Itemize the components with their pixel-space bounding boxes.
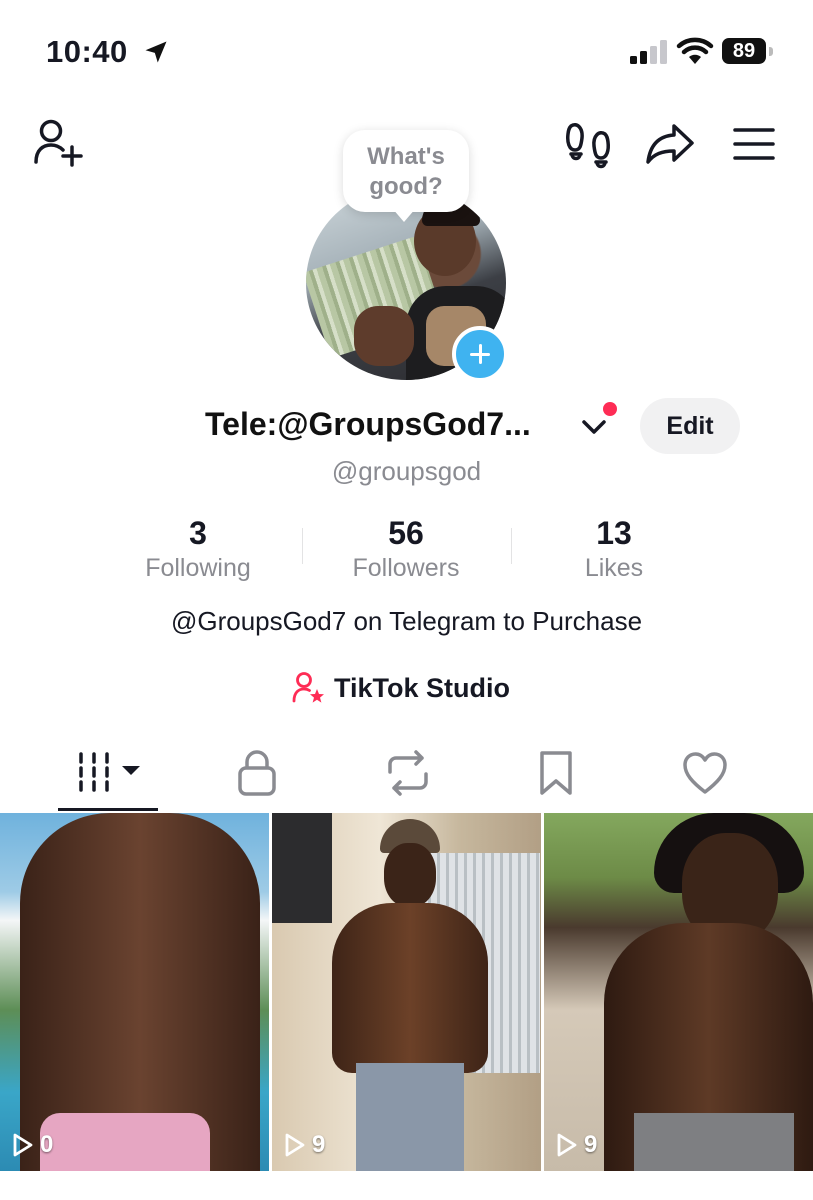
play-icon	[285, 1133, 305, 1157]
followers-count: 56	[388, 515, 424, 551]
videos-grid-icon[interactable]	[76, 748, 144, 798]
following-label: Following	[145, 554, 251, 582]
stat-divider	[511, 528, 512, 564]
status-bubble-text: What's good?	[367, 143, 445, 200]
views-counter: 9	[556, 1131, 597, 1159]
views-counter: 9	[284, 1131, 325, 1159]
profile-bio: @GroupsGod7 on Telegram to Purchase	[170, 606, 643, 636]
notification-dot	[603, 402, 617, 416]
battery-level: 89	[722, 38, 766, 64]
video-views: 9	[584, 1131, 598, 1158]
lock-icon[interactable]	[236, 748, 278, 798]
likes-count: 13	[596, 515, 632, 551]
tiktok-studio-link[interactable]: TikTok Studio	[292, 670, 510, 706]
active-tab-indicator	[58, 808, 158, 811]
stat-followers[interactable]: 56 Followers	[306, 514, 506, 583]
bookmark-icon[interactable]	[535, 748, 577, 798]
play-icon	[13, 1133, 33, 1157]
heart-icon[interactable]	[682, 748, 728, 798]
username-handle: @groupsgod	[331, 456, 482, 486]
video-thumbnail-2[interactable]: 9	[272, 813, 541, 1171]
video-views: 0	[40, 1131, 54, 1158]
play-icon	[557, 1133, 577, 1157]
display-name: Tele:@GroupsGod7...	[205, 406, 531, 442]
video-views: 9	[312, 1131, 326, 1158]
add-story-plus-button[interactable]	[452, 326, 508, 382]
stat-divider	[302, 528, 303, 564]
tiktok-studio-label: TikTok Studio	[334, 672, 511, 703]
add-friend-icon[interactable]	[32, 118, 88, 170]
edit-profile-button[interactable]: Edit	[640, 398, 740, 454]
views-counter: 0	[12, 1131, 53, 1159]
share-icon[interactable]	[644, 122, 696, 166]
following-count: 3	[189, 515, 207, 551]
status-bubble[interactable]: What's good?	[343, 130, 469, 212]
status-bubble-tail	[392, 208, 416, 222]
profile-views-footprint-icon[interactable]	[565, 120, 611, 170]
repost-icon[interactable]	[384, 748, 432, 798]
followers-label: Followers	[352, 554, 460, 582]
video-thumbnail-3[interactable]: 9	[544, 813, 813, 1171]
studio-person-star-icon	[292, 672, 324, 703]
battery-indicator: 89	[722, 38, 776, 64]
location-arrow-icon	[145, 41, 167, 63]
cellular-signal-icon	[630, 40, 667, 64]
status-time: 10:40	[46, 34, 128, 69]
likes-label: Likes	[584, 554, 644, 582]
account-switch-chevron-icon[interactable]	[578, 412, 610, 442]
stat-likes[interactable]: 13 Likes	[514, 514, 714, 583]
video-thumbnail-1[interactable]: 0	[0, 813, 269, 1171]
wifi-icon	[676, 37, 714, 64]
hamburger-menu-icon[interactable]	[732, 126, 776, 162]
stat-following[interactable]: 3 Following	[98, 514, 298, 583]
